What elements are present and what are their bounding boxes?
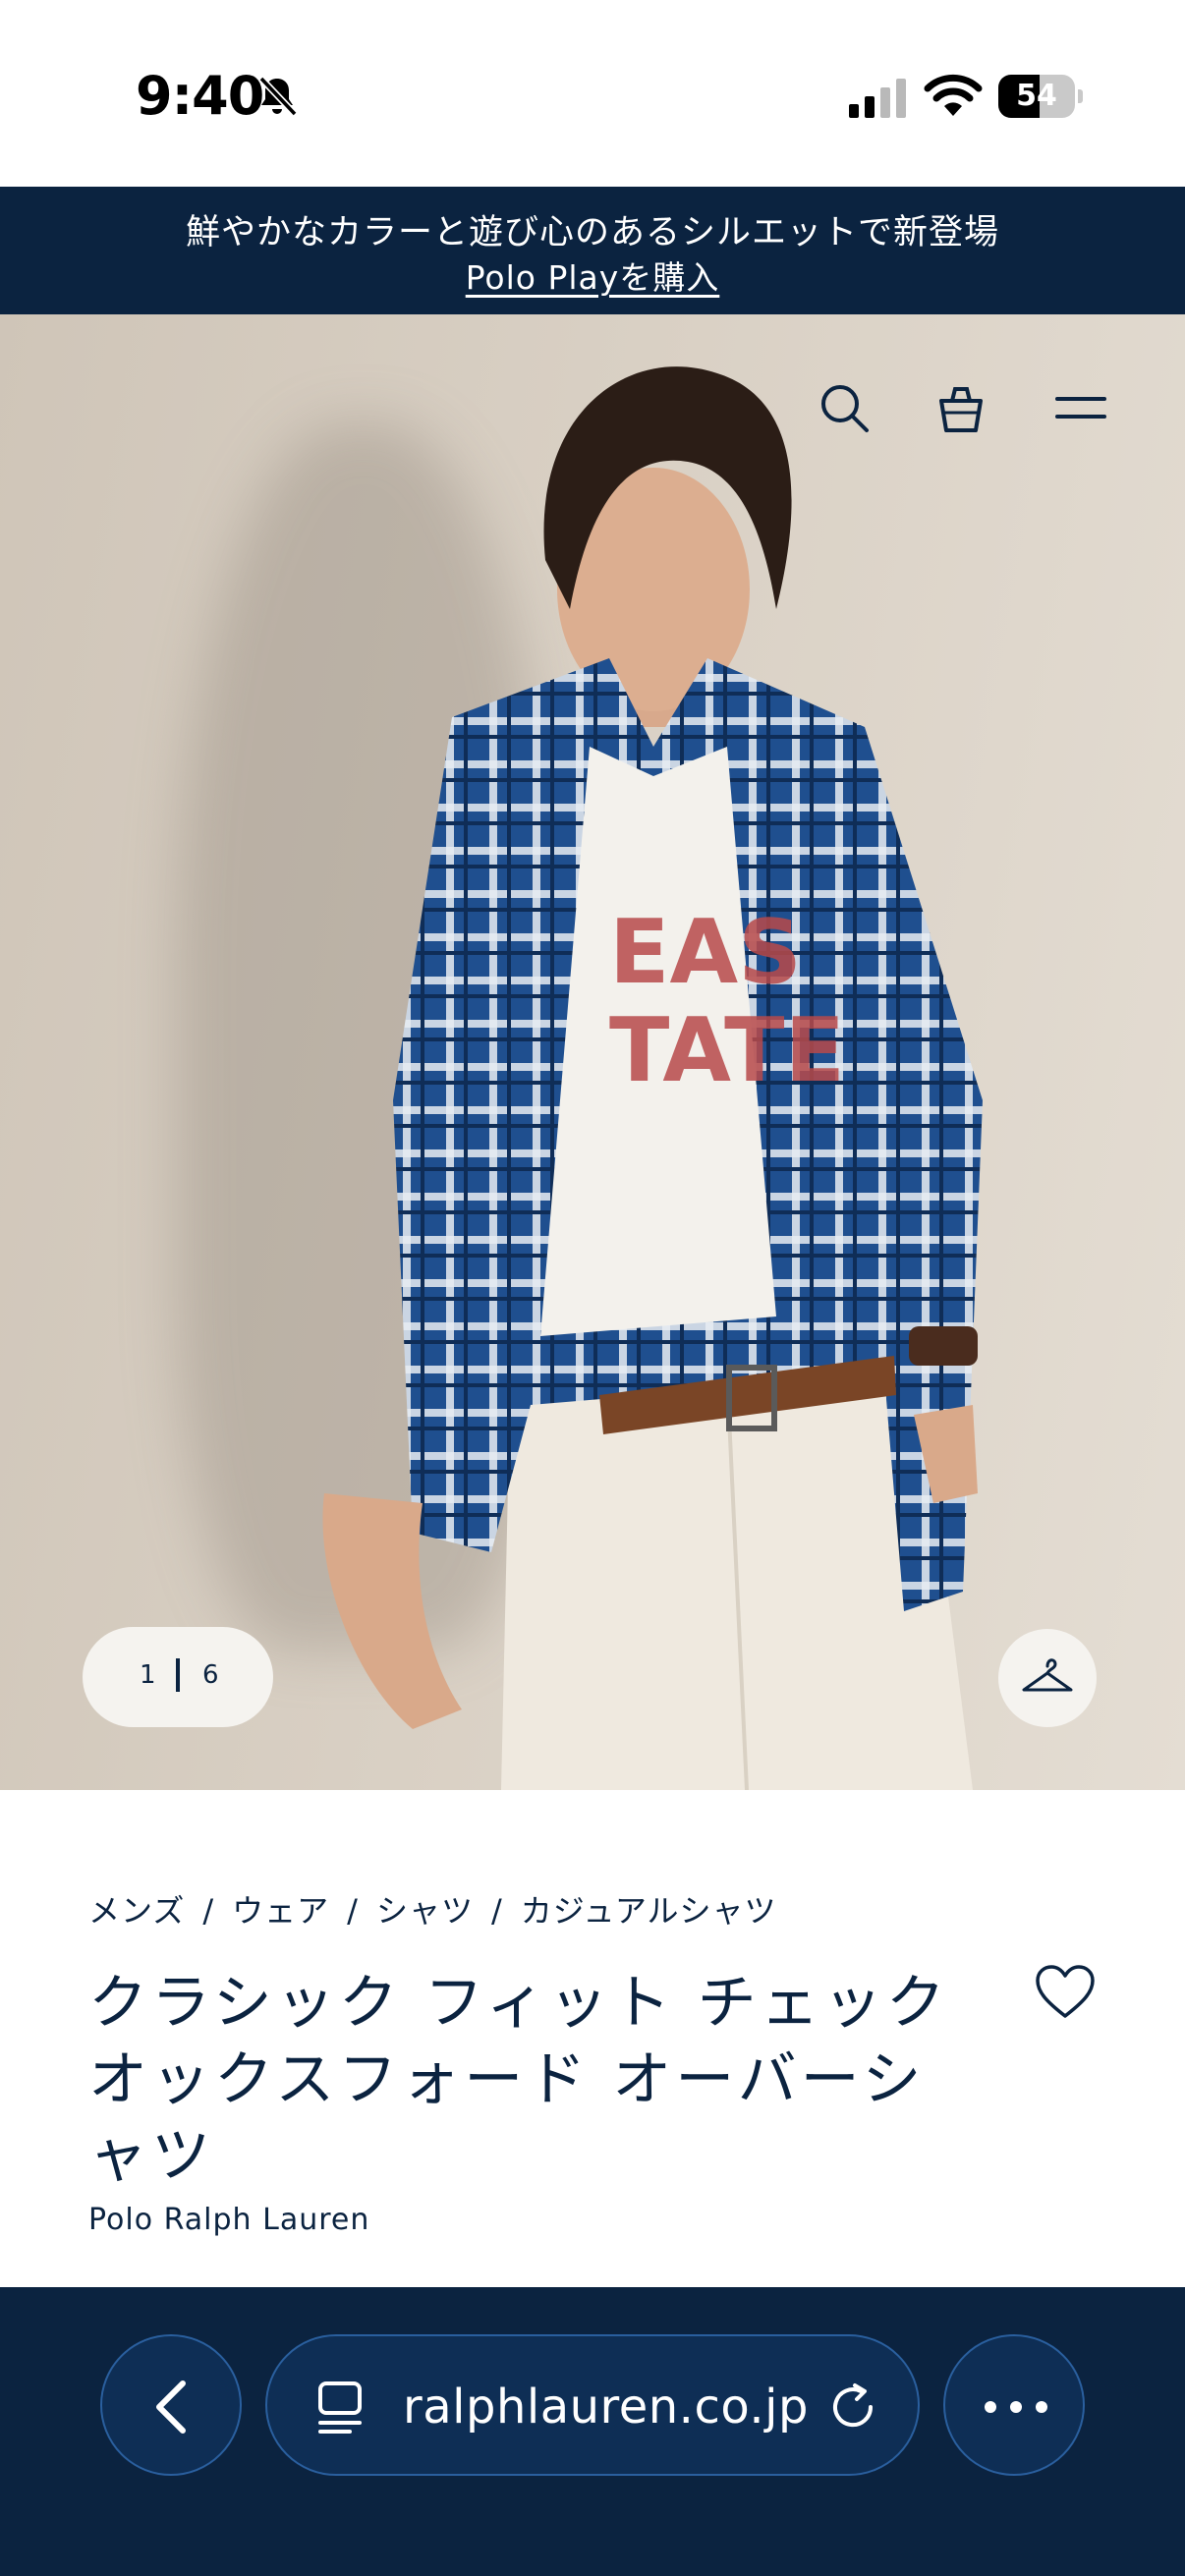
model-photo: EAS TATE — [322, 366, 983, 1790]
breadcrumb: メンズ / ウェア / シャツ / カジュアルシャツ — [88, 1886, 777, 1932]
address-bar[interactable]: ralphlauren.co.jp — [265, 2334, 920, 2476]
battery-level: 54 — [1016, 79, 1057, 113]
breadcrumb-item-mens[interactable]: メンズ — [88, 1892, 185, 1930]
promo-text: 鮮やかなカラーと遊び心のあるシルエットで新登場 — [185, 213, 999, 252]
view-outfit-button[interactable] — [998, 1629, 1097, 1727]
battery-body: 54 — [998, 75, 1075, 118]
chevron-left-icon — [156, 2380, 186, 2434]
status-bar: 9:40 54 — [0, 0, 1185, 187]
product-title: クラシック フィット チェック オックスフォード オーバーシャツ — [88, 1969, 949, 2191]
image-counter-total: 6 — [202, 1660, 219, 1690]
product-image-gallery[interactable]: EAS TATE 1 6 — [0, 314, 1185, 1790]
menu-icon[interactable] — [1051, 379, 1110, 438]
battery-tip — [1078, 89, 1083, 103]
more-options-button[interactable] — [943, 2334, 1085, 2476]
image-counter-current: 1 — [140, 1660, 156, 1690]
shopping-bag-icon[interactable] — [931, 379, 990, 438]
ellipsis-icon — [985, 2401, 1047, 2413]
wifi-icon — [924, 74, 983, 116]
breadcrumb-item-shirts[interactable]: シャツ — [376, 1892, 474, 1930]
bell-slash-icon — [258, 76, 298, 117]
promo-shop-link[interactable]: Polo Playを購入 — [466, 258, 720, 297]
product-brand: Polo Ralph Lauren — [88, 2203, 370, 2237]
promo-link-row: Polo Playを購入 — [0, 252, 1185, 299]
svg-text:TATE: TATE — [609, 999, 845, 1102]
battery-indicator: 54 — [998, 75, 1083, 118]
breadcrumb-item-casual-shirts[interactable]: カジュアルシャツ — [521, 1892, 777, 1930]
url-text: ralphlauren.co.jp — [403, 2380, 809, 2435]
product-info: メンズ / ウェア / シャツ / カジュアルシャツ クラシック フィット チェック オック… — [0, 1790, 1185, 2287]
svg-text:EAS: EAS — [609, 901, 802, 1004]
search-icon[interactable] — [816, 379, 875, 438]
breadcrumb-separator: / — [347, 1892, 359, 1930]
image-counter-divider — [176, 1658, 180, 1692]
image-counter: 1 6 — [83, 1627, 273, 1727]
browser-toolbar: ralphlauren.co.jp — [0, 2287, 1185, 2576]
breadcrumb-item-wear[interactable]: ウェア — [232, 1892, 329, 1930]
cellular-signal-icon — [849, 79, 906, 118]
page-menu-icon[interactable] — [314, 2380, 366, 2435]
breadcrumb-separator: / — [490, 1892, 503, 1930]
hanger-icon — [1022, 1658, 1073, 1692]
heart-icon[interactable] — [1034, 1963, 1097, 2022]
status-time: 9:40 — [136, 65, 264, 127]
back-button[interactable] — [100, 2334, 242, 2476]
reload-icon[interactable] — [827, 2381, 878, 2433]
breadcrumb-separator: / — [202, 1892, 215, 1930]
promo-banner: 鮮やかなカラーと遊び心のあるシルエットで新登場 Polo Playを購入 — [0, 187, 1185, 314]
